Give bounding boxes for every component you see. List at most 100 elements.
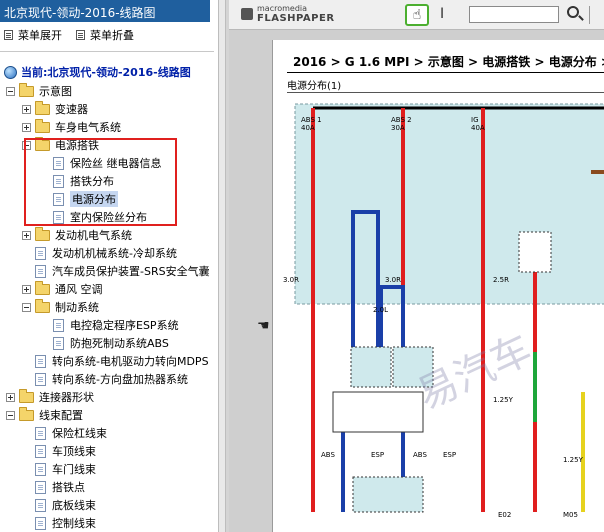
- document-viewer: macromedia FLASHPAPER ☝ I ☚ 2016 > G 1.6…: [229, 0, 604, 532]
- viewer-toolbar: macromedia FLASHPAPER ☝ I: [229, 0, 604, 30]
- document-icon: [35, 498, 46, 512]
- collapse-icon[interactable]: [22, 302, 31, 312]
- svg-text:1.25Y: 1.25Y: [493, 396, 514, 404]
- tree-item[interactable]: 发动机机械系统-冷却系统: [22, 244, 177, 262]
- text-select-tool-button[interactable]: I: [440, 6, 444, 22]
- document-icon: [35, 516, 46, 530]
- tree-item-label: 车门线束: [52, 463, 96, 476]
- folder-icon: [35, 298, 50, 313]
- svg-text:40A: 40A: [471, 124, 485, 132]
- tree-item-label: 通风 空调: [55, 283, 103, 296]
- menu-toolbar: 菜单展开 菜单折叠: [4, 27, 134, 43]
- tree-item[interactable]: 连接器形状: [6, 388, 94, 406]
- expand-icon[interactable]: [22, 284, 31, 294]
- tree-item[interactable]: 示意图: [6, 82, 72, 100]
- folder-icon: [19, 82, 34, 97]
- expand-icon[interactable]: [22, 230, 31, 240]
- toolbar-separator: [589, 6, 590, 24]
- svg-text:30A: 30A: [391, 124, 405, 132]
- svg-text:IG: IG: [471, 116, 479, 124]
- tree-item[interactable]: 搭铁点: [22, 478, 85, 496]
- tree-item-label: 车顶线束: [52, 445, 96, 458]
- tree-item[interactable]: 制动系统: [22, 298, 99, 316]
- tree-item-label: 电控稳定程序ESP系统: [70, 319, 179, 332]
- document-icon: [35, 480, 46, 494]
- tree-item[interactable]: 线束配置: [6, 406, 83, 424]
- document-icon: [53, 336, 64, 350]
- document-icon: [35, 354, 46, 368]
- tree-item[interactable]: 底板线束: [22, 496, 96, 514]
- tree-item[interactable]: 转向系统-方向盘加热器系统: [22, 370, 188, 388]
- svg-text:40A: 40A: [301, 124, 315, 132]
- document-icon: [35, 462, 46, 476]
- svg-text:ESP: ESP: [371, 451, 384, 459]
- collapse-icon[interactable]: [6, 410, 15, 420]
- collapse-menu-button[interactable]: 菜单折叠: [76, 27, 134, 43]
- title-rule: [287, 72, 604, 73]
- navigation-panel: 北京现代-领动-2016-线路图 菜单展开 菜单折叠 当前:北京现代-领动-20…: [0, 0, 218, 532]
- expand-menu-button[interactable]: 菜单展开: [4, 27, 62, 43]
- panel-splitter[interactable]: [218, 0, 226, 532]
- divider: [0, 51, 214, 52]
- tree-item-label: 转向系统-方向盘加热器系统: [52, 373, 188, 386]
- document-icon: [35, 246, 46, 260]
- window-title: 北京现代-领动-2016-线路图: [0, 0, 210, 22]
- document-icon: [35, 264, 46, 278]
- tree-item[interactable]: 控制线束: [22, 514, 96, 532]
- search-input[interactable]: [469, 6, 559, 23]
- tree-item[interactable]: 保险杠线束: [22, 424, 107, 442]
- flashpaper-logo: macromedia FLASHPAPER: [257, 4, 335, 24]
- svg-text:2.5R: 2.5R: [493, 276, 509, 284]
- tree-item-label: 保险杠线束: [52, 427, 107, 440]
- tree-item[interactable]: 电控稳定程序ESP系统: [40, 316, 179, 334]
- fuse-box-region: [294, 103, 604, 305]
- folder-icon: [35, 100, 50, 115]
- tree-item[interactable]: 车门线束: [22, 460, 96, 478]
- document-icon: [35, 372, 46, 386]
- tree-item[interactable]: 车顶线束: [22, 442, 96, 460]
- relay: [518, 231, 552, 273]
- current-location-label: 当前:北京现代-领动-2016-线路图: [21, 66, 191, 79]
- folder-icon: [19, 388, 34, 403]
- tree-item[interactable]: 发动机电气系统: [22, 226, 132, 244]
- document-icon: [53, 318, 64, 332]
- svg-text:3.0R: 3.0R: [385, 276, 401, 284]
- tree-item-label: 转向系统-电机驱动力转向MDPS: [52, 355, 209, 368]
- tree-item[interactable]: 车身电气系统: [22, 118, 121, 136]
- flashpaper-logo-icon: [241, 8, 253, 20]
- folder-icon: [35, 280, 50, 295]
- expand-icon[interactable]: [22, 104, 31, 114]
- tree-item[interactable]: 变速器: [22, 100, 88, 118]
- text-cursor-icon: I: [440, 6, 445, 22]
- svg-text:E02: E02: [498, 511, 511, 519]
- folder-icon: [19, 406, 34, 421]
- search-icon[interactable]: [567, 6, 579, 18]
- document-page[interactable]: 2016 > G 1.6 MPI > 示意图 > 电源搭铁 > 电源分布 > 电…: [272, 40, 604, 532]
- current-location: 当前:北京现代-领动-2016-线路图: [4, 64, 191, 80]
- tree-item[interactable]: 通风 空调: [22, 280, 103, 298]
- svg-text:3.0R: 3.0R: [283, 276, 299, 284]
- module-abs: [350, 346, 392, 388]
- expand-icon[interactable]: [6, 392, 15, 402]
- svg-text:ABS: ABS: [413, 451, 427, 459]
- tree-item-label: 车身电气系统: [55, 121, 121, 134]
- document-breadcrumb-title: 2016 > G 1.6 MPI > 示意图 > 电源搭铁 > 电源分布 >: [293, 55, 604, 69]
- tree-item-label: 发动机机械系统-冷却系统: [52, 247, 177, 260]
- highlight-annotation-box: [24, 138, 177, 226]
- list-icon: [4, 30, 13, 40]
- svg-text:ABS 1: ABS 1: [301, 116, 322, 124]
- hand-tool-button[interactable]: ☝: [405, 4, 429, 26]
- tree-item[interactable]: 汽车成员保护装置-SRS安全气囊: [22, 262, 210, 280]
- hand-cursor-icon: ☚: [257, 318, 270, 334]
- svg-text:M05: M05: [563, 511, 578, 519]
- hand-icon: ☝: [412, 7, 422, 23]
- tree-item-label: 示意图: [39, 85, 72, 98]
- document-icon: [35, 444, 46, 458]
- tree-item[interactable]: 转向系统-电机驱动力转向MDPS: [22, 352, 209, 370]
- expand-icon[interactable]: [22, 122, 31, 132]
- collapse-icon[interactable]: [6, 86, 15, 96]
- tree-item[interactable]: 防抱死制动系统ABS: [40, 334, 169, 352]
- globe-icon: [4, 65, 17, 79]
- tree-item-label: 发动机电气系统: [55, 229, 132, 242]
- logo-big-text: FLASHPAPER: [257, 13, 335, 24]
